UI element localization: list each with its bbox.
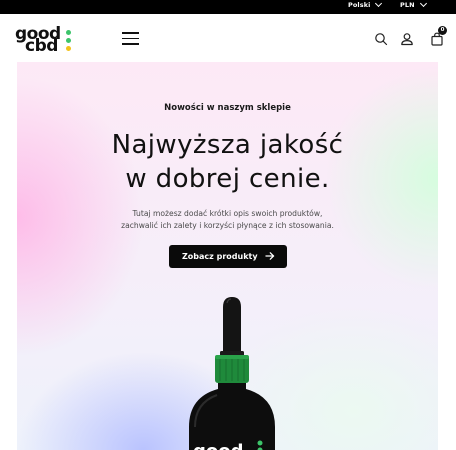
view-products-button[interactable]: Zobacz produkty	[169, 245, 287, 268]
hero-description-line: Tutaj możesz dodać krótki opis swoich pr…	[132, 209, 323, 218]
language-label: Polski	[348, 1, 371, 9]
logo-dot	[66, 30, 71, 35]
currency-selector[interactable]: PLN	[400, 0, 427, 9]
logo-word-cbd: cbd	[25, 36, 58, 56]
logo-dot	[66, 38, 71, 43]
chevron-down-icon	[375, 0, 383, 8]
top-bar: Polski PLN	[0, 0, 456, 14]
arrow-right-icon	[265, 252, 275, 260]
product-bottle-image: good	[189, 297, 275, 450]
hero-headline: Najwyższa jakość w dobrej cenie.	[17, 128, 438, 196]
bottle-logo-text: good	[193, 441, 244, 450]
chevron-down-icon	[419, 0, 427, 8]
logo[interactable]: good cbd	[15, 26, 73, 56]
hero-description-line: zachwalić ich zalety i korzyści płynące …	[121, 221, 334, 230]
view-products-label: Zobacz produkty	[182, 252, 258, 261]
cart-icon[interactable]: 0	[430, 26, 447, 46]
search-icon[interactable]	[374, 31, 388, 46]
currency-label: PLN	[400, 1, 415, 9]
hero-headline-line: Najwyższa jakość	[111, 130, 344, 160]
hero-headline-line: w dobrej cenie.	[125, 164, 330, 194]
menu-icon[interactable]	[122, 32, 139, 45]
user-icon[interactable]	[400, 31, 414, 46]
hero-eyebrow: Nowości w naszym sklepie	[164, 103, 291, 113]
site-header: good cbd 0	[0, 14, 456, 62]
logo-dot	[66, 46, 71, 51]
hero-description: Tutaj możesz dodać krótki opis swoich pr…	[97, 208, 358, 232]
hero-banner: Nowości w naszym sklepie Najwyższa jakoś…	[17, 62, 438, 450]
cart-count-badge: 0	[438, 26, 447, 35]
language-selector[interactable]: Polski	[348, 0, 383, 9]
